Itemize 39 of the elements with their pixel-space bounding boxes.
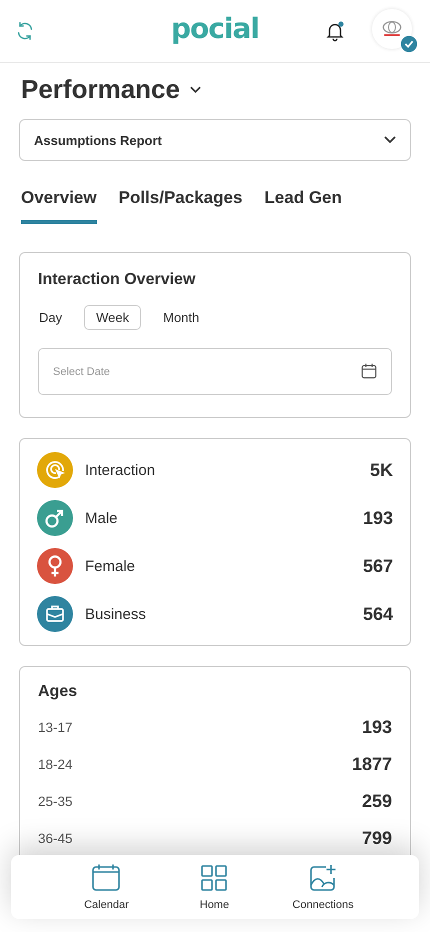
stat-label: Female bbox=[85, 558, 136, 574]
tab[interactable]: Polls/Packages bbox=[118, 188, 242, 224]
stat-label: Business bbox=[85, 606, 147, 622]
profile-avatar[interactable] bbox=[372, 9, 412, 49]
calendar-icon bbox=[91, 863, 122, 893]
stat-value: 567 bbox=[362, 556, 393, 576]
stat-label: Interaction bbox=[85, 462, 156, 478]
date-field[interactable]: Select Date bbox=[38, 348, 392, 395]
card-title: Interaction Overview bbox=[38, 271, 196, 289]
period-toggle[interactable]: Month bbox=[151, 305, 212, 330]
stat-value: 5K bbox=[370, 460, 393, 480]
age-range: 18-24 bbox=[38, 757, 73, 772]
nav-item[interactable]: Calendar bbox=[76, 863, 136, 911]
age-range: 25-35 bbox=[38, 794, 73, 809]
bell-icon[interactable] bbox=[324, 20, 346, 42]
nav-item[interactable]: Home bbox=[184, 863, 244, 911]
tab[interactable]: Lead Gen bbox=[264, 188, 342, 224]
calendar-icon[interactable] bbox=[360, 362, 378, 380]
grid-icon bbox=[199, 863, 230, 893]
report-dropdown[interactable]: Assumptions Report bbox=[19, 119, 411, 161]
period-toggle[interactable]: Day bbox=[38, 305, 74, 330]
stat-value: 193 bbox=[362, 508, 393, 528]
chevron-down-icon[interactable] bbox=[190, 86, 201, 94]
stat-value: 564 bbox=[362, 604, 393, 624]
page-title[interactable]: Performance bbox=[21, 74, 180, 105]
chevron-down-icon bbox=[384, 136, 396, 144]
age-count: 1877 bbox=[352, 754, 392, 775]
nav-item[interactable]: Connections bbox=[292, 863, 354, 911]
period-toggle[interactable]: Week bbox=[84, 305, 142, 330]
card-title: Ages bbox=[38, 683, 78, 701]
image-add-icon bbox=[308, 863, 338, 893]
app-logo: pocial bbox=[171, 12, 259, 45]
stat-label: Male bbox=[85, 510, 119, 526]
age-count: 259 bbox=[362, 791, 392, 812]
tab[interactable]: Overview bbox=[21, 188, 97, 224]
age-range: 36-45 bbox=[38, 831, 73, 846]
age-range: 13-17 bbox=[38, 720, 73, 735]
age-count: 799 bbox=[362, 828, 392, 849]
age-count: 193 bbox=[362, 717, 392, 738]
